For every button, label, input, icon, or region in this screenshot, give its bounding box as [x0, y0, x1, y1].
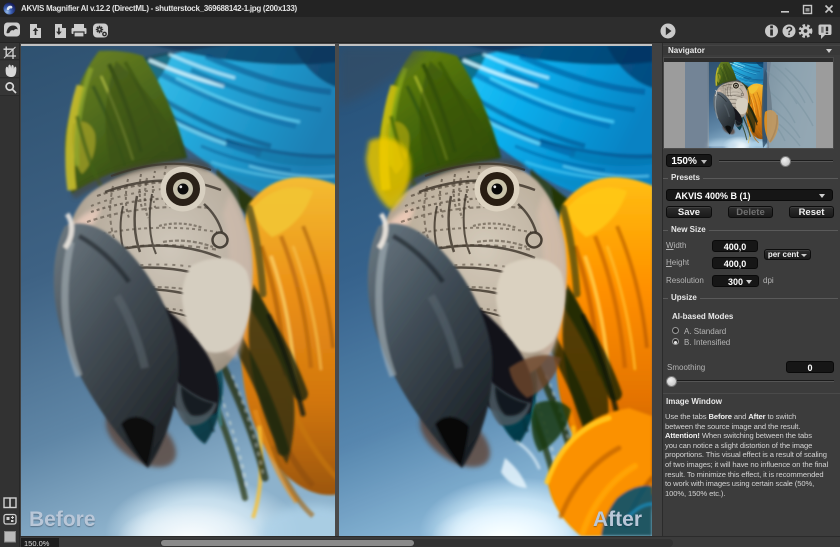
- svg-text:?: ?: [786, 24, 793, 38]
